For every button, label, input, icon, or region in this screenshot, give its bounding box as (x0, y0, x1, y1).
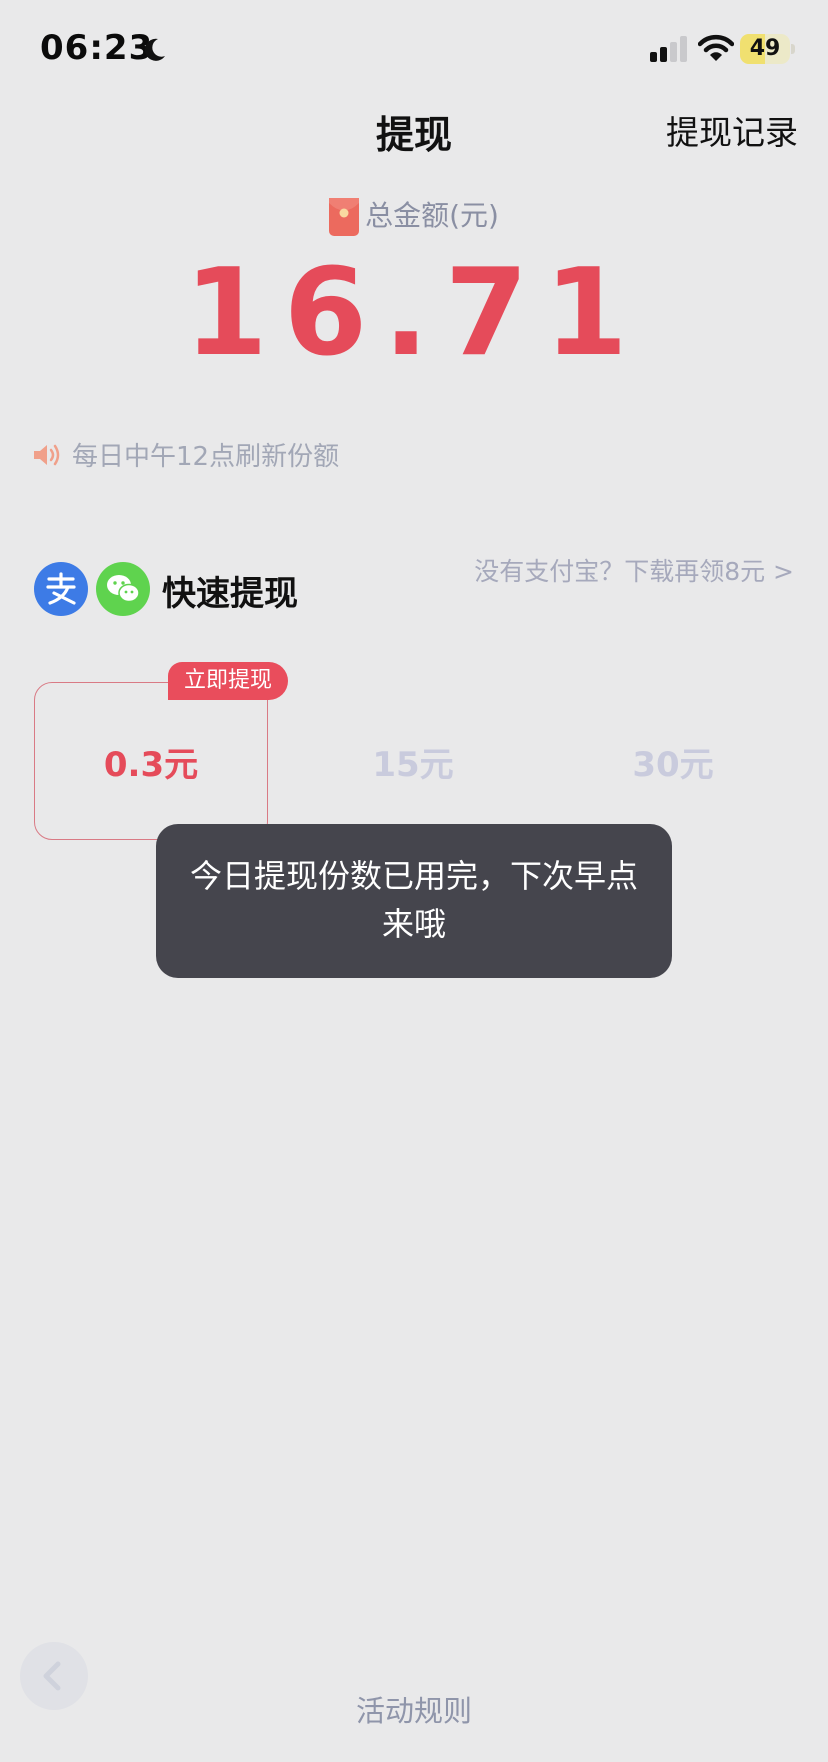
quick-withdraw-title: 快速提现 (162, 574, 298, 614)
status-time: 06:23 (40, 28, 154, 68)
refresh-notice-text: 每日中午12点刷新份额 (72, 442, 340, 472)
amount-option-30[interactable]: 30元 (556, 682, 790, 840)
speaker-icon (34, 444, 60, 465)
download-alipay-link[interactable]: 没有支付宝？下载再领8元 > (400, 552, 794, 588)
battery-icon: 49 (740, 34, 796, 64)
withdraw-records-link[interactable]: 提现记录 (650, 106, 798, 154)
battery-level: 49 (749, 36, 781, 61)
toast-message: 今日提现份数已用完，下次早点来哦 (156, 824, 672, 978)
amount-option-15[interactable]: 15元 (296, 682, 530, 840)
balance-label: 总金额(元) (365, 199, 499, 232)
withdraw-now-badge: 立即提现 (168, 662, 289, 700)
wechat-icon (96, 562, 150, 616)
moon-icon (144, 38, 165, 61)
alipay-icon (34, 562, 88, 616)
balance-label-row: 总金额(元) (0, 194, 828, 236)
red-envelope-icon (329, 198, 360, 236)
refresh-notice: 每日中午12点刷新份额 (32, 436, 339, 473)
cellular-signal-icon (650, 36, 687, 62)
amount-option-0.3[interactable]: 0.3元 (34, 682, 268, 840)
wifi-icon (698, 34, 734, 61)
balance-amount: 16.71 (184, 244, 644, 383)
activity-rules-link[interactable]: 活动规则 (0, 1688, 828, 1730)
